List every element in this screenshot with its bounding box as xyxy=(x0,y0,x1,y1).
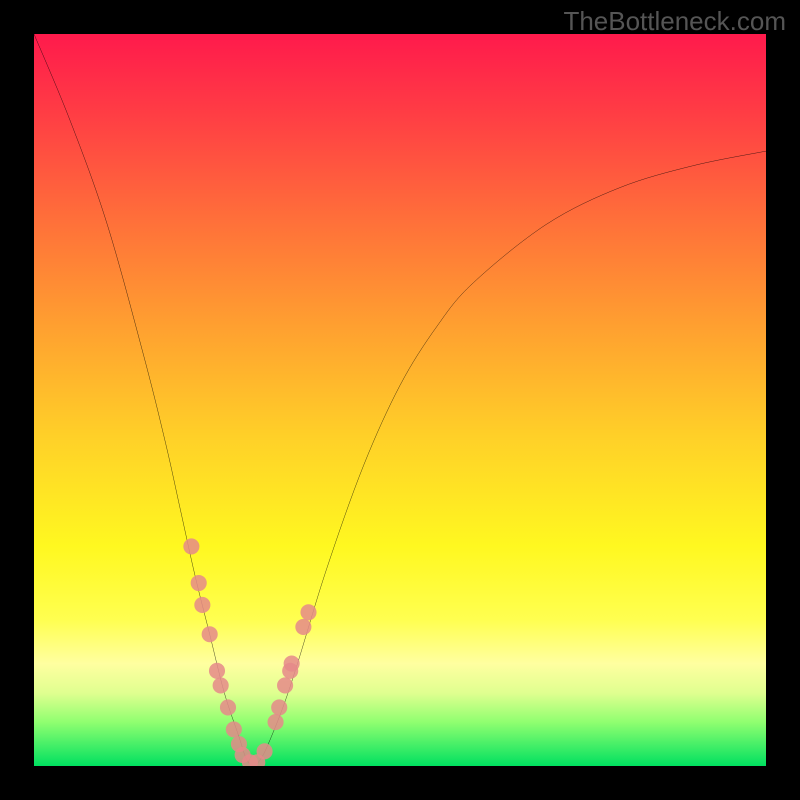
data-point xyxy=(183,538,199,554)
chart-svg xyxy=(34,34,766,766)
data-point-markers xyxy=(183,538,316,766)
data-point xyxy=(271,699,287,715)
data-point xyxy=(268,714,284,730)
data-point xyxy=(191,575,207,591)
data-point xyxy=(209,663,225,679)
data-point xyxy=(295,619,311,635)
data-point xyxy=(213,677,229,693)
data-point xyxy=(284,655,300,671)
data-point xyxy=(300,604,316,620)
data-point xyxy=(220,699,236,715)
watermark-text: TheBottleneck.com xyxy=(563,6,786,37)
data-point xyxy=(194,597,210,613)
plot-area xyxy=(34,34,766,766)
data-point xyxy=(277,677,293,693)
bottleneck-curve xyxy=(34,34,766,766)
data-point xyxy=(257,743,273,759)
data-point xyxy=(202,626,218,642)
data-point xyxy=(226,721,242,737)
